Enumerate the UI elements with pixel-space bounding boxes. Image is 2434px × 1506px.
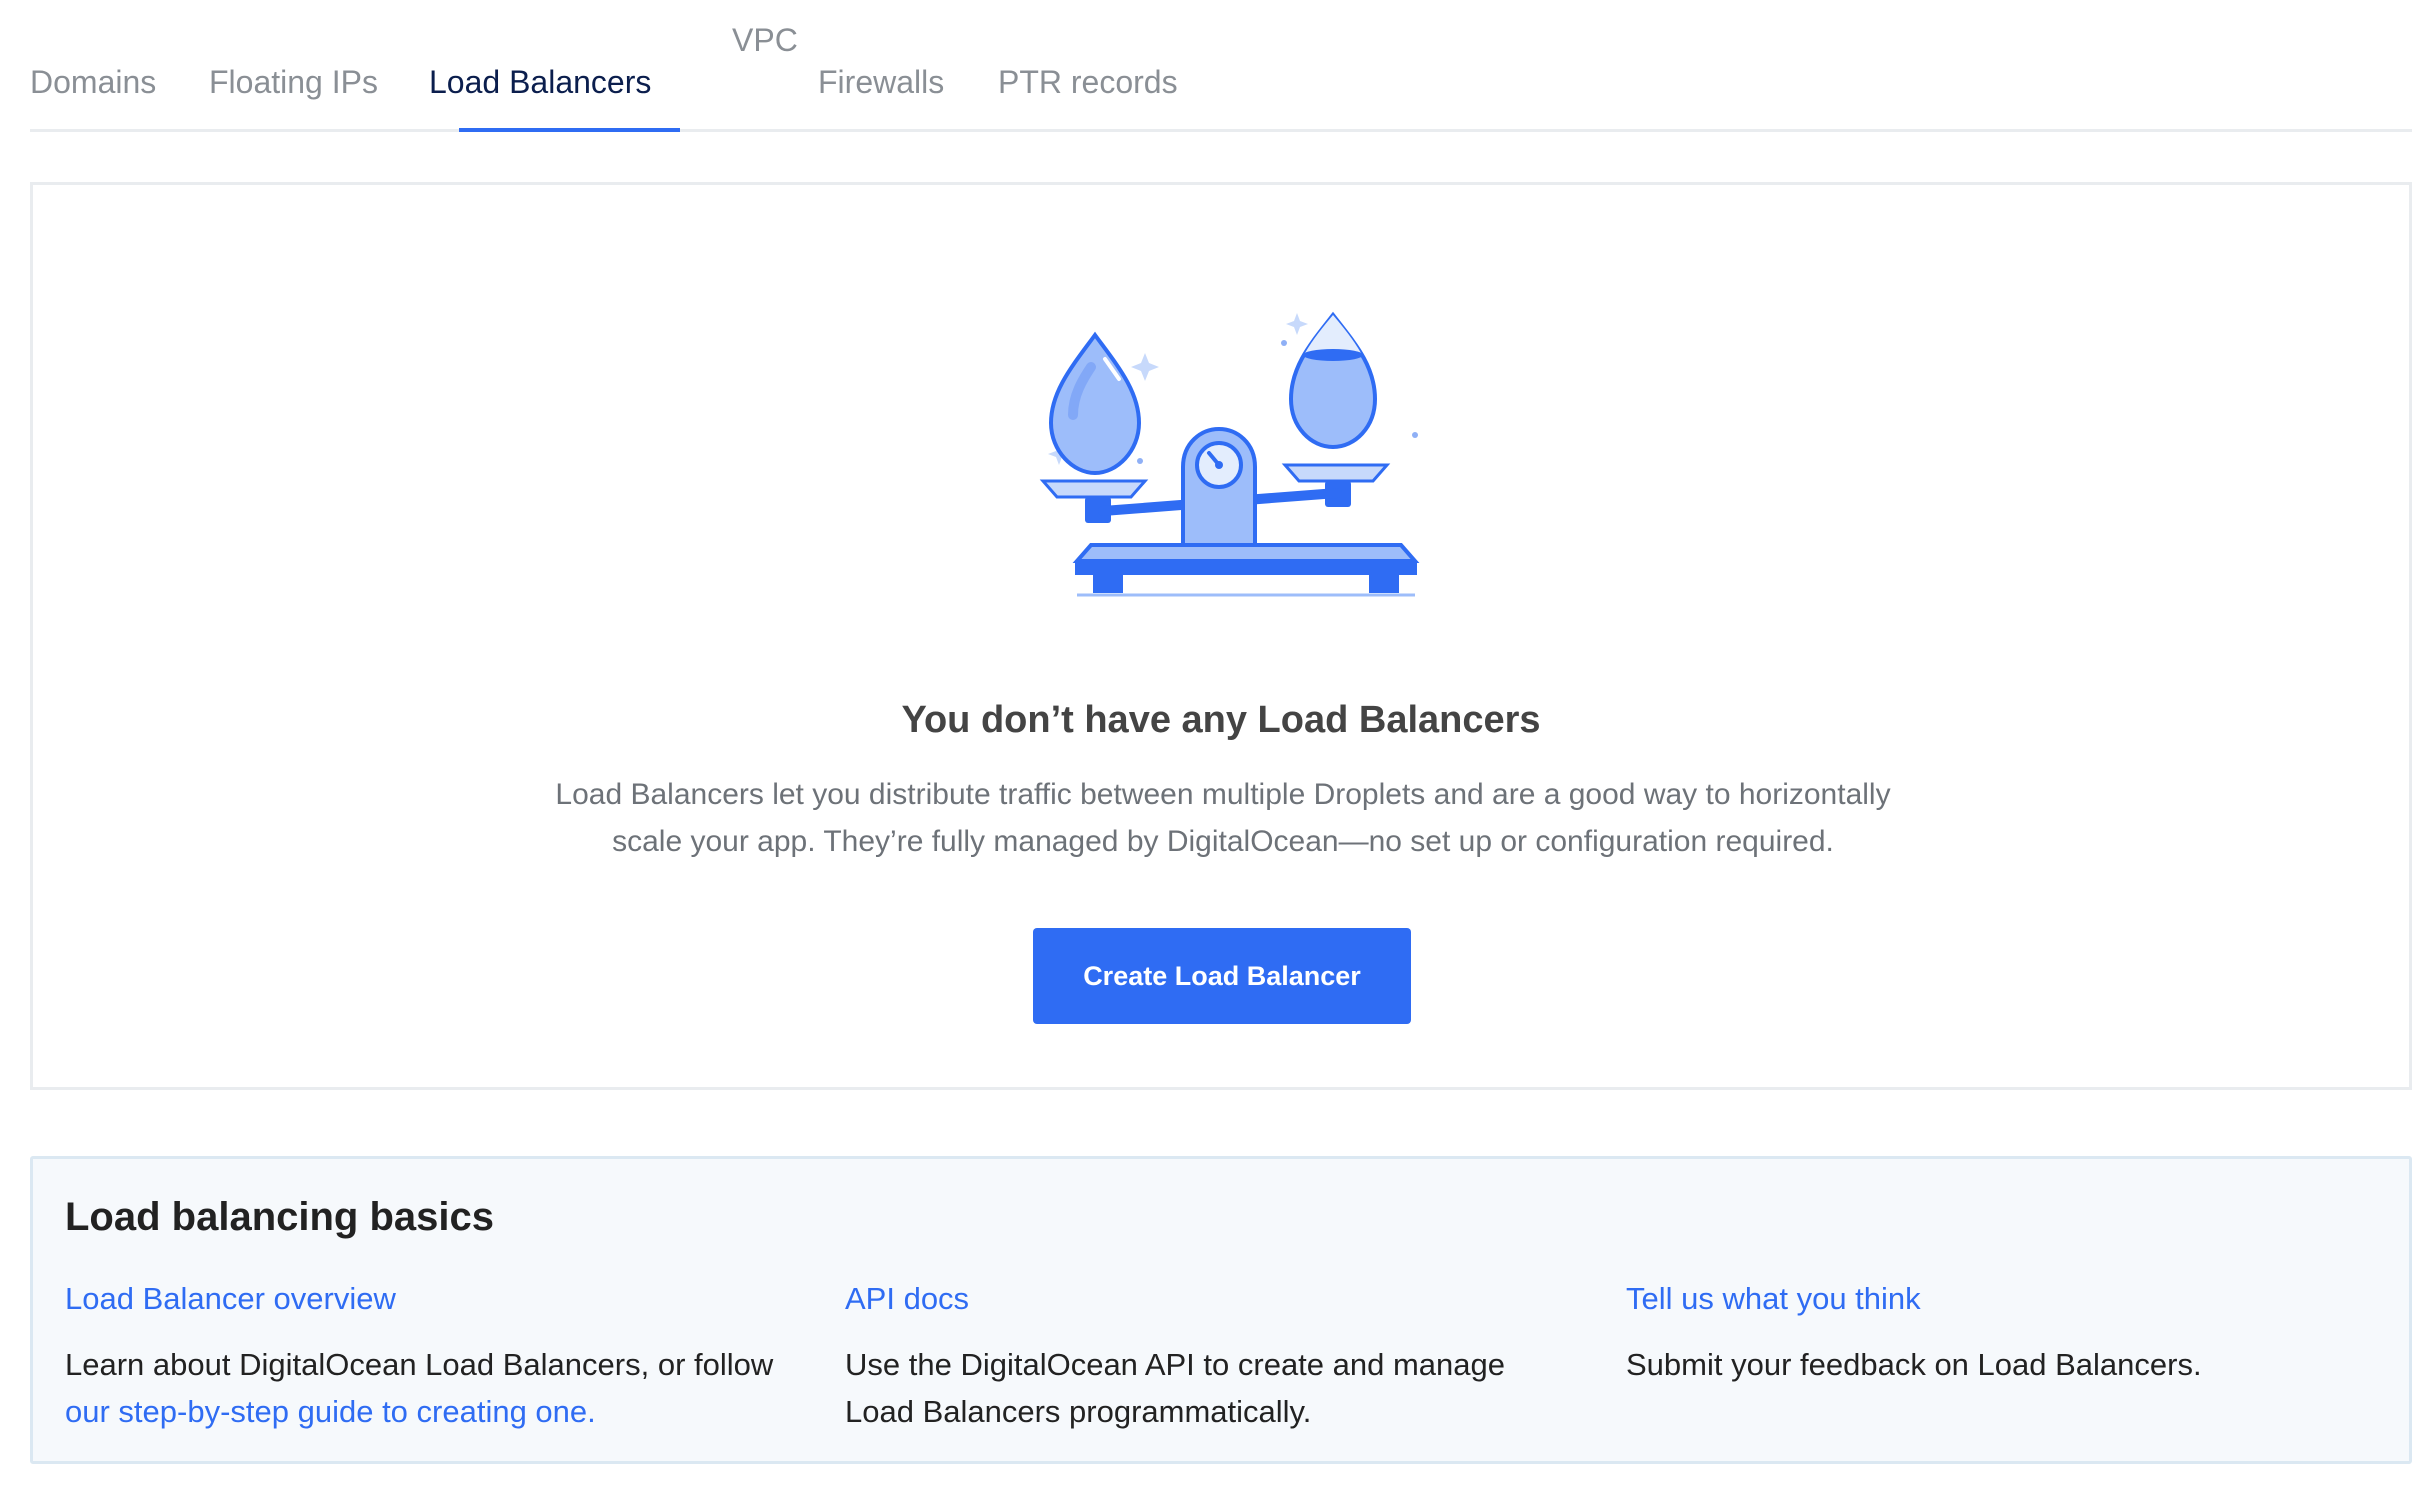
active-tab-indicator (459, 128, 680, 132)
api-docs-link[interactable]: API docs (845, 1281, 1545, 1317)
empty-state-title: You don’t have any Load Balancers (901, 699, 1541, 741)
basics-column-feedback: Tell us what you think Submit your feedb… (1626, 1281, 2346, 1388)
overview-description-text: Learn about DigitalOcean Load Balancers,… (65, 1347, 774, 1382)
step-by-step-guide-link[interactable]: our step-by-step guide to creating one. (65, 1394, 596, 1429)
empty-state-description: Load Balancers let you distribute traffi… (473, 771, 1973, 865)
balance-scale-droplets-icon (1039, 311, 1420, 597)
api-docs-description: Use the DigitalOcean API to create and m… (845, 1347, 1506, 1429)
tab-vpc[interactable]: VPC (732, 22, 798, 59)
basics-title: Load balancing basics (65, 1195, 495, 1239)
tell-us-what-you-think-link[interactable]: Tell us what you think (1626, 1281, 2346, 1317)
networking-tabs: Domains Floating IPs Load Balancers VPC … (30, 0, 2412, 132)
tab-firewalls[interactable]: Firewalls (818, 64, 944, 101)
tab-floating-ips[interactable]: Floating IPs (209, 64, 378, 101)
overview-description: Learn about DigitalOcean Load Balancers,… (65, 1341, 785, 1435)
networking-page: Domains Floating IPs Load Balancers VPC … (0, 0, 2434, 1506)
empty-state-description-line1: Load Balancers let you distribute traffi… (555, 778, 1891, 811)
tab-ptr-records[interactable]: PTR records (998, 64, 1178, 101)
basics-column-api: API docs Use the DigitalOcean API to cre… (845, 1281, 1545, 1435)
empty-state-card: You don’t have any Load Balancers Load B… (30, 182, 2412, 1090)
create-load-balancer-button[interactable]: Create Load Balancer (1033, 928, 1411, 1024)
load-balancing-basics-panel: Load balancing basics Load Balancer over… (30, 1156, 2412, 1464)
tab-load-balancers[interactable]: Load Balancers (429, 64, 651, 101)
load-balancer-overview-link[interactable]: Load Balancer overview (65, 1281, 785, 1317)
feedback-description: Submit your feedback on Load Balancers. (1626, 1347, 2202, 1382)
empty-state-description-line2: scale your app. They’re fully managed by… (612, 825, 1834, 858)
tab-domains[interactable]: Domains (30, 64, 156, 101)
basics-column-overview: Load Balancer overview Learn about Digit… (65, 1281, 785, 1435)
